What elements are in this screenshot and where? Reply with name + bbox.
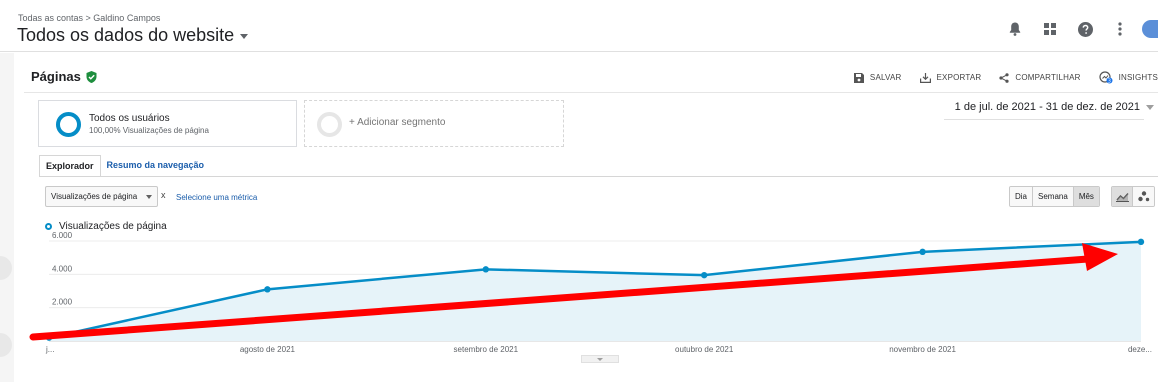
- data-point: [264, 286, 271, 293]
- data-point: [919, 248, 926, 256]
- y-tick-label: 6.000: [52, 231, 73, 240]
- data-point: [701, 271, 708, 279]
- data-point: [482, 266, 489, 273]
- x-tick-label: deze...: [1128, 345, 1152, 354]
- line-chart: 2.000 4.000 6.000 j... agosto de 2021 setembr…: [29, 231, 1152, 354]
- data-point: [1137, 238, 1145, 246]
- y-tick-label: 4.000: [52, 264, 73, 273]
- collapse-chart-handle[interactable]: [581, 355, 619, 363]
- x-tick-label: agosto de 2021: [240, 345, 296, 354]
- x-tick-label: j...: [45, 345, 54, 354]
- x-tick-label: setembro de 2021: [454, 345, 519, 354]
- y-tick-label: 2.000: [52, 298, 73, 307]
- x-tick-label: outubro de 2021: [675, 345, 734, 354]
- x-tick-label: novembro de 2021: [889, 345, 956, 354]
